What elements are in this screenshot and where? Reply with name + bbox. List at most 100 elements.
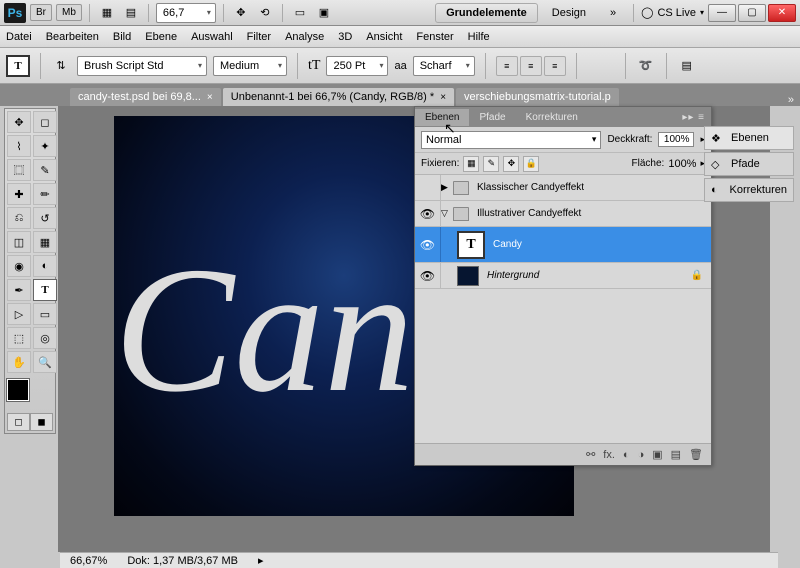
workspace-design[interactable]: Design	[542, 4, 596, 22]
workspace-more[interactable]: »	[600, 4, 626, 22]
maximize-button[interactable]: ▢	[738, 4, 766, 22]
layer-group[interactable]: 👁 ▽ Illustrativer Candyeffekt	[415, 201, 711, 227]
wand-tool[interactable]: ✦	[33, 135, 57, 157]
lock-all-icon[interactable]: 🔒	[523, 156, 539, 172]
visibility-toggle[interactable]: 👁	[415, 263, 441, 288]
delete-layer-icon[interactable]: 🗑	[689, 448, 703, 461]
menu-datei[interactable]: Datei	[6, 31, 32, 43]
align-center-button[interactable]: ≡	[520, 56, 542, 76]
bridge-button[interactable]: Br	[30, 4, 52, 21]
minimize-button[interactable]: —	[708, 4, 736, 22]
blur-tool[interactable]: ◉	[7, 255, 31, 277]
document-tab[interactable]: Unbenannt-1 bei 66,7% (Candy, RGB/8) *×	[223, 88, 454, 106]
document-tab[interactable]: candy-test.psd bei 69,8...×	[70, 88, 221, 106]
disclosure-icon[interactable]: ▶	[441, 182, 453, 193]
font-family-select[interactable]: Brush Script Std	[77, 56, 207, 76]
gradient-tool[interactable]: ▦	[33, 231, 57, 253]
lock-paint-icon[interactable]: ✎	[483, 156, 499, 172]
view-extras-icon[interactable]: ▦	[97, 4, 117, 22]
heal-tool[interactable]: ✚	[7, 183, 31, 205]
history-brush-tool[interactable]: ↺	[33, 207, 57, 229]
menu-bearbeiten[interactable]: Bearbeiten	[46, 31, 99, 43]
layer-fx-icon[interactable]: fx.	[603, 449, 615, 461]
character-panel-icon[interactable]: ▤	[677, 57, 697, 75]
marquee-tool[interactable]: ◻	[33, 111, 57, 133]
quickmask-button[interactable]: ◼	[30, 413, 53, 431]
opacity-input[interactable]: 100%	[658, 132, 694, 147]
text-orientation-icon[interactable]: ⇅	[51, 57, 71, 75]
warp-text-icon[interactable]: ➰	[636, 57, 656, 75]
3d-cam-tool[interactable]: ◎	[33, 327, 57, 349]
tab-ebenen[interactable]: Ebenen	[415, 109, 469, 126]
antialias-select[interactable]: Scharf	[413, 56, 475, 76]
disclosure-icon[interactable]: ▽	[441, 208, 453, 219]
eraser-tool[interactable]: ◫	[7, 231, 31, 253]
screen-mode-icon[interactable]: ▣	[314, 4, 334, 22]
shape-tool[interactable]: ▭	[33, 303, 57, 325]
document-tab[interactable]: verschiebungsmatrix-tutorial.p	[456, 88, 619, 106]
new-layer-icon[interactable]: ▤	[671, 448, 681, 461]
menu-ansicht[interactable]: Ansicht	[366, 31, 402, 43]
layer-item[interactable]: 👁 Hintergrund 🔒	[415, 263, 711, 289]
panel-collapse-icon[interactable]: ▸▸ ≡	[676, 112, 711, 123]
menu-filter[interactable]: Filter	[247, 31, 271, 43]
pen-tool[interactable]: ✒	[7, 279, 31, 301]
stamp-tool[interactable]: ⎌	[7, 207, 31, 229]
menu-bild[interactable]: Bild	[113, 31, 131, 43]
layer-mask-icon[interactable]: ◐	[623, 449, 630, 461]
menu-hilfe[interactable]: Hilfe	[468, 31, 490, 43]
panel-button-korrekturen[interactable]: ◐Korrekturen	[704, 178, 794, 202]
visibility-toggle[interactable]: 👁	[415, 201, 441, 226]
adjustment-layer-icon[interactable]: ◑	[638, 449, 645, 461]
visibility-toggle[interactable]: 👁	[415, 227, 441, 262]
3d-tool[interactable]: ⬚	[7, 327, 31, 349]
minibridge-button[interactable]: Mb	[56, 4, 82, 21]
lock-transparency-icon[interactable]: ▦	[463, 156, 479, 172]
align-right-button[interactable]: ≡	[544, 56, 566, 76]
hand-icon[interactable]: ✥	[231, 4, 251, 22]
tab-pfade[interactable]: Pfade	[469, 109, 515, 126]
brush-tool[interactable]: ✏	[33, 183, 57, 205]
type-tool[interactable]: T	[33, 279, 57, 301]
lock-position-icon[interactable]: ✥	[503, 156, 519, 172]
font-size-select[interactable]: 250 Pt	[326, 56, 388, 76]
menu-fenster[interactable]: Fenster	[416, 31, 453, 43]
layer-item[interactable]: 👁 T Candy	[415, 227, 711, 263]
tab-korrekturen[interactable]: Korrekturen	[516, 109, 588, 126]
view-grid-icon[interactable]: ▤	[121, 4, 141, 22]
eyedropper-tool[interactable]: ✎	[33, 159, 57, 181]
close-icon[interactable]: ×	[440, 92, 446, 103]
zoom-tool[interactable]: 🔍	[33, 351, 57, 373]
standard-mode-button[interactable]: ◻	[7, 413, 30, 431]
path-select-tool[interactable]: ▷	[7, 303, 31, 325]
visibility-toggle[interactable]	[415, 175, 441, 200]
dodge-tool[interactable]: ◐	[33, 255, 57, 277]
menu-auswahl[interactable]: Auswahl	[191, 31, 233, 43]
status-zoom[interactable]: 66,67%	[70, 555, 107, 567]
foreground-color-swatch[interactable]	[7, 379, 29, 401]
close-button[interactable]: ✕	[768, 4, 796, 22]
menu-analyse[interactable]: Analyse	[285, 31, 324, 43]
align-left-button[interactable]: ≡	[496, 56, 518, 76]
hand-tool[interactable]: ✋	[7, 351, 31, 373]
fill-input[interactable]: 100%	[668, 158, 696, 170]
rotate-icon[interactable]: ⟲	[255, 4, 275, 22]
panel-button-pfade[interactable]: ◇Pfade	[704, 152, 794, 176]
layer-group[interactable]: ▶ Klassischer Candyeffekt	[415, 175, 711, 201]
menu-ebene[interactable]: Ebene	[145, 31, 177, 43]
new-group-icon[interactable]: ▣	[652, 448, 662, 461]
menu-3d[interactable]: 3D	[338, 31, 352, 43]
zoom-select[interactable]: 66,7	[156, 3, 216, 23]
link-layers-icon[interactable]: ⚯	[586, 448, 595, 461]
font-weight-select[interactable]: Medium	[213, 56, 287, 76]
blend-mode-select[interactable]: Normal	[421, 131, 601, 149]
crop-tool[interactable]: ⿴	[7, 159, 31, 181]
close-icon[interactable]: ×	[207, 92, 213, 103]
move-tool[interactable]: ✥	[7, 111, 31, 133]
arrange-icon[interactable]: ▭	[290, 4, 310, 22]
color-swatches[interactable]	[7, 379, 47, 409]
tab-overflow-icon[interactable]: »	[782, 94, 800, 106]
workspace-grundelemente[interactable]: Grundelemente	[435, 3, 538, 23]
cslive-button[interactable]: ◯ CS Live ▾	[641, 6, 704, 19]
panel-button-ebenen[interactable]: ❖Ebenen	[704, 126, 794, 150]
